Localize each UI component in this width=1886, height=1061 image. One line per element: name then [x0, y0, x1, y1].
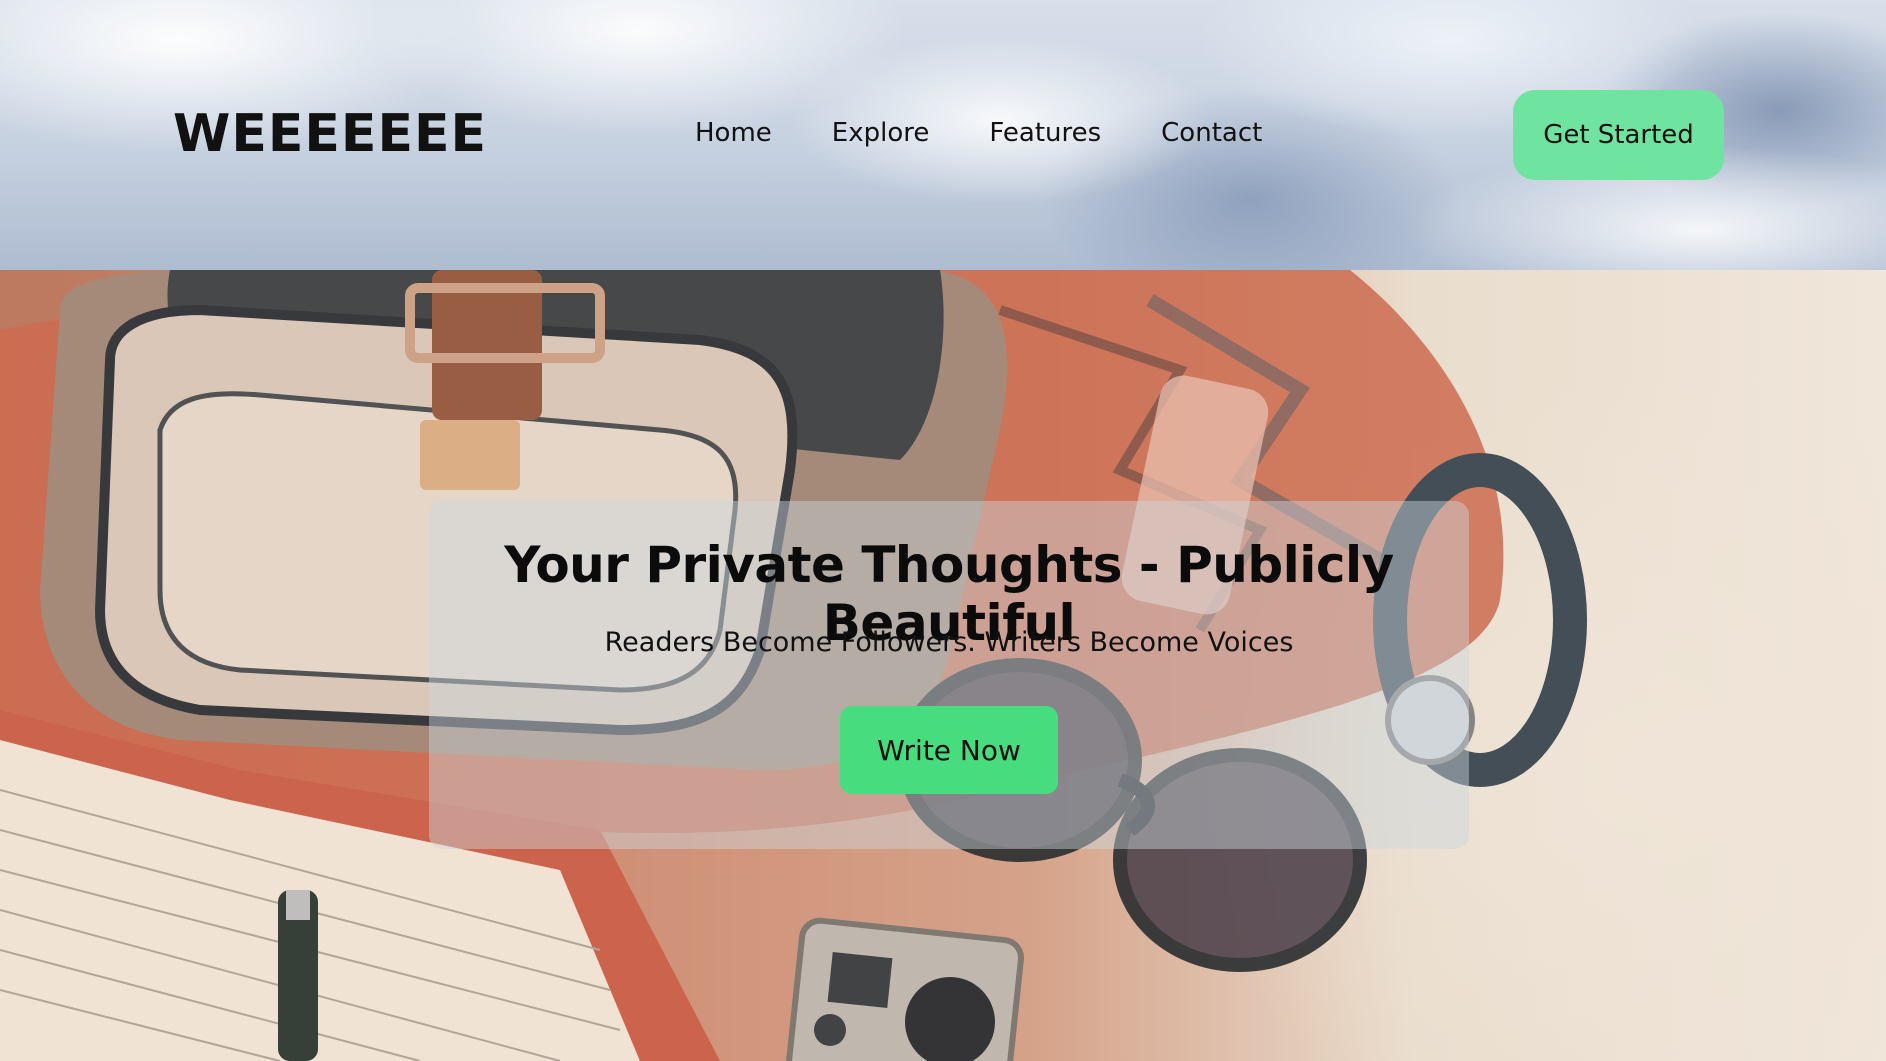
- nav-features-link[interactable]: Features: [989, 118, 1101, 148]
- site-logo[interactable]: WEEEEEEE: [173, 104, 487, 164]
- write-now-button[interactable]: Write Now: [840, 706, 1058, 794]
- landing-page: WEEEEEEE Home Explore Features Contact G…: [0, 0, 1886, 1061]
- nav-contact-link[interactable]: Contact: [1161, 118, 1262, 148]
- nav-home-link[interactable]: Home: [695, 118, 772, 148]
- hero-subtitle: Readers Become Followers. Writers Become…: [604, 627, 1294, 658]
- site-header: WEEEEEEE Home Explore Features Contact G…: [0, 0, 1886, 270]
- main-nav: Home Explore Features Contact: [695, 118, 1322, 148]
- get-started-button[interactable]: Get Started: [1513, 90, 1724, 180]
- nav-explore-link[interactable]: Explore: [832, 118, 930, 148]
- hero-section: [0, 270, 1886, 1061]
